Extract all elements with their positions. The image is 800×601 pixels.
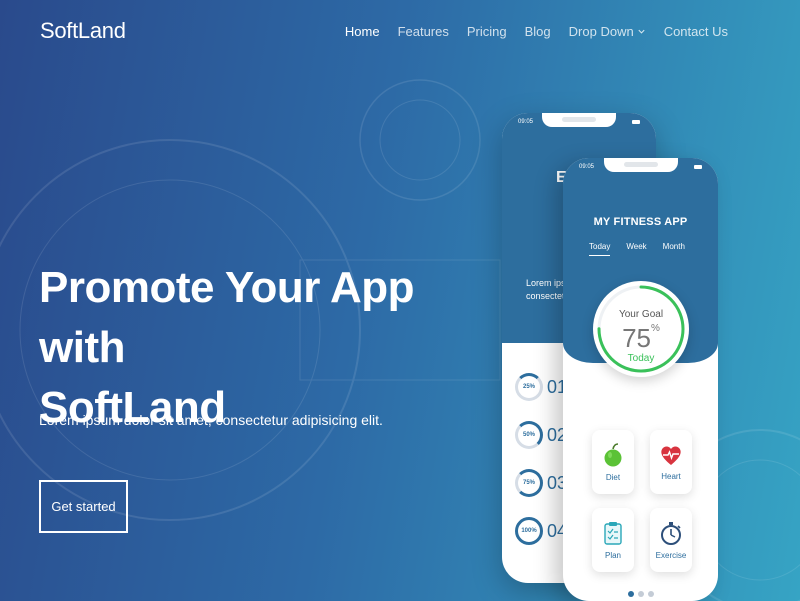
list-item: 25% 01 [515,363,567,411]
apple-icon [604,442,622,466]
battery-icon [632,120,640,124]
phone-mockup-front: 09:05 MY FITNESS APP Today Week Month Yo… [563,158,718,601]
carousel-dots [627,591,654,597]
get-started-button[interactable]: Get started [39,480,128,533]
goal-value: 75% [622,323,660,353]
hero-title: Promote Your App with SoftLand [39,258,499,438]
app-title: MY FITNESS APP [593,216,688,228]
chevron-down-icon [638,29,645,34]
progress-list: 25% 01 50% 02 75% 03 100% 04 [515,363,567,555]
nav-home[interactable]: Home [345,24,380,39]
progress-ring-icon: 25% [515,373,543,401]
carousel-dot[interactable] [627,591,634,597]
progress-ring-icon: 50% [515,421,543,449]
site-logo[interactable]: SoftLand [40,18,126,44]
phone-notch [542,113,616,127]
progress-ring-icon: 100% [515,517,543,545]
carousel-dot[interactable] [637,591,644,597]
clipboard-icon [604,521,622,545]
plan-tile[interactable]: Plan [592,508,634,572]
exercise-tile[interactable]: Exercise [650,508,692,572]
tab-today[interactable]: Today [589,242,611,256]
diet-tile[interactable]: Diet [592,430,634,494]
progress-ring-icon: 75% [515,469,543,497]
tile-label: Exercise [655,550,687,560]
carousel-dot[interactable] [647,591,654,597]
period-tabs: Today Week Month [589,242,685,256]
list-item: 75% 03 [515,459,567,507]
list-item: 50% 02 [515,411,567,459]
tab-month[interactable]: Month [663,242,685,256]
hero-subtitle: Lorem ipsum dolor sit amet, consectetur … [39,412,383,428]
list-item: 100% 04 [515,507,567,555]
nav-pricing[interactable]: Pricing [467,24,507,39]
tile-label: Diet [605,472,621,482]
phone-notch [603,158,678,172]
hero-title-line1: Promote Your App with [39,263,414,372]
nav-blog[interactable]: Blog [525,24,551,39]
tab-week[interactable]: Week [626,242,646,256]
status-time: 09:05 [518,119,534,125]
stopwatch-icon [661,521,681,545]
tile-label: Plan [604,550,621,560]
battery-icon [694,165,702,169]
heart-icon [661,445,681,465]
goal-title: Your Goal [618,309,664,320]
nav-contact-us[interactable]: Contact Us [664,24,728,39]
feature-tiles: Diet Heart Plan Exercise [592,430,692,572]
heart-tile[interactable]: Heart [650,430,692,494]
goal-gauge: Your Goal 75% Today [593,281,689,377]
status-time: 09:05 [579,164,595,170]
main-nav: Home Features Pricing Blog Drop Down Con… [345,24,728,39]
tile-label: Heart [661,471,681,481]
nav-features[interactable]: Features [398,24,449,39]
goal-period: Today [627,353,655,364]
nav-drop-down[interactable]: Drop Down [569,24,646,39]
